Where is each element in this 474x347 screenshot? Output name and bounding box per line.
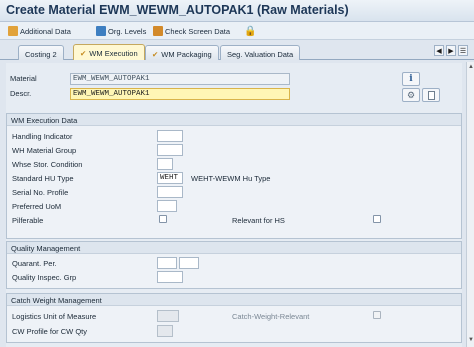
wm-execution-title: WM Execution Data	[7, 114, 461, 126]
document-button[interactable]	[422, 88, 440, 102]
info-button[interactable]: i	[402, 72, 420, 86]
tab-scroll-right-icon[interactable]: ▶	[446, 45, 456, 56]
additional-data-button[interactable]: Additional Data	[8, 24, 71, 38]
catch-weight-group: Catch Weight Management Logistics Unit o…	[6, 293, 462, 343]
material-field[interactable]: EWM_WEWM_AUTOPAK1	[70, 73, 290, 85]
preferred-uom-field[interactable]	[157, 200, 177, 212]
serial-no-profile-field[interactable]	[157, 186, 183, 198]
lock-button[interactable]: 🔒	[244, 24, 256, 38]
catch-weight-relevant-checkbox[interactable]	[373, 311, 381, 319]
logistics-uom-field[interactable]	[157, 310, 179, 322]
additional-data-icon	[8, 26, 18, 36]
tab-seg-valuation-data[interactable]: Seg. Valuation Data	[220, 45, 301, 60]
tab-costing-2[interactable]: Costing 2	[18, 45, 64, 60]
description-field[interactable]: EWM_WEWM_AUTOPAK1	[70, 88, 290, 100]
check-screen-data-label: Check Screen Data	[165, 26, 231, 36]
tab-wm-execution-label: WM Execution	[89, 49, 138, 58]
cw-profile-label: CW Profile for CW Qty	[12, 327, 88, 336]
pilferable-label: Pilferable	[12, 216, 44, 225]
catch-weight-relevant-label: Catch-Weight-Relevant	[232, 312, 310, 321]
scroll-down-icon[interactable]: ▼	[468, 337, 474, 343]
tab-strip: Costing 2 ✔ WM Execution ✔ WM Packaging …	[0, 42, 474, 60]
quality-inspec-grp-field[interactable]	[157, 271, 183, 283]
scroll-up-icon[interactable]: ▲	[468, 64, 474, 70]
descr-label: Descr.	[10, 89, 32, 98]
handling-indicator-field[interactable]	[157, 130, 183, 142]
handling-indicator-label: Handling Indicator	[12, 132, 73, 141]
tab-wm-execution[interactable]: ✔ WM Execution	[73, 44, 145, 60]
tab-seg-valuation-data-label: Seg. Valuation Data	[227, 49, 294, 59]
logistics-uom-label: Logistics Unit of Measure	[12, 312, 97, 321]
standard-hu-type-label: Standard HU Type	[12, 174, 74, 183]
tab-scroll-left-icon[interactable]: ◀	[434, 45, 444, 56]
lock-icon: 🔒	[244, 25, 257, 37]
additional-data-label: Additional Data	[20, 26, 71, 36]
quarant-per-field[interactable]	[157, 257, 177, 269]
wm-execution-group: WM Execution Data Handling Indicator WH …	[6, 113, 462, 239]
language-button[interactable]: ⚙	[402, 88, 420, 102]
check-screen-data-icon	[153, 26, 163, 36]
material-label: Material	[10, 74, 37, 83]
wh-material-group-label: WH Material Group	[12, 146, 77, 155]
tab-wm-packaging-label: WM Packaging	[161, 49, 212, 59]
tab-wm-packaging-icon: ✔	[152, 49, 159, 59]
standard-hu-type-field[interactable]: WEHT	[157, 172, 183, 184]
info-icon: i	[409, 74, 413, 84]
org-levels-button[interactable]: Org. Levels	[96, 24, 146, 38]
relevant-for-hs-checkbox[interactable]	[373, 215, 381, 223]
vertical-scrollbar[interactable]: ▲ ▼	[466, 62, 474, 347]
serial-no-profile-label: Serial No. Profile	[12, 188, 69, 197]
quarant-per-unit-field[interactable]	[179, 257, 199, 269]
standard-hu-type-description: WEHT-WEWM Hu Type	[191, 174, 271, 183]
quarant-per-label: Quarant. Per.	[12, 259, 57, 268]
tab-wm-packaging[interactable]: ✔ WM Packaging	[145, 45, 219, 60]
tab-list-icon[interactable]: ☰	[458, 45, 468, 56]
catch-weight-title: Catch Weight Management	[7, 294, 461, 306]
tab-costing-2-label: Costing 2	[25, 49, 57, 59]
relevant-for-hs-label: Relevant for HS	[232, 216, 285, 225]
check-screen-data-button[interactable]: Check Screen Data	[153, 24, 230, 38]
whse-stor-condition-label: Whse Stor. Condition	[12, 160, 83, 169]
title-bar: Create Material EWM_WEWM_AUTOPAK1 (Raw M…	[0, 0, 474, 22]
quality-inspec-grp-label: Quality Inspec. Grp	[12, 273, 77, 282]
quality-management-group: Quality Management Quarant. Per. Quality…	[6, 241, 462, 289]
language-icon: ⚙	[406, 89, 416, 100]
cw-profile-field[interactable]	[157, 325, 173, 337]
org-levels-label: Org. Levels	[108, 26, 147, 36]
material-screen-content: Material EWM_WEWM_AUTOPAK1 Descr. EWM_WE…	[6, 63, 462, 347]
preferred-uom-label: Preferred UoM	[12, 202, 62, 211]
quality-management-title: Quality Management	[7, 242, 461, 254]
document-icon	[427, 90, 435, 100]
window-title: Create Material EWM_WEWM_AUTOPAK1 (Raw M…	[6, 3, 349, 17]
application-toolbar: Additional Data Org. Levels Check Screen…	[0, 22, 474, 40]
org-levels-icon	[96, 26, 106, 36]
wh-material-group-field[interactable]	[157, 144, 183, 156]
pilferable-checkbox[interactable]	[159, 215, 167, 223]
tab-wm-execution-icon: ✔	[80, 49, 87, 58]
whse-stor-condition-field[interactable]	[157, 158, 173, 170]
